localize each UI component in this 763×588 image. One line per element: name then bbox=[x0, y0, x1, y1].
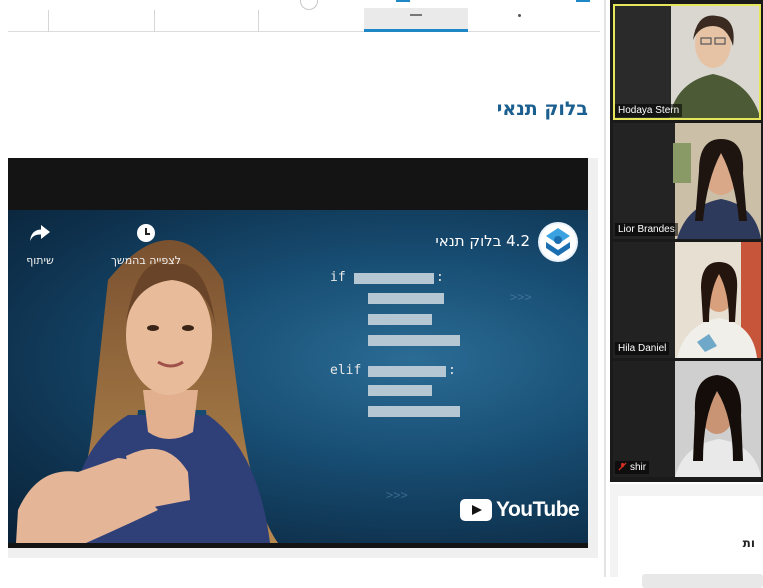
section-tabs bbox=[0, 0, 600, 32]
participant-video bbox=[613, 361, 761, 477]
tab-separator bbox=[48, 10, 49, 32]
tab-dot[interactable] bbox=[518, 14, 521, 17]
youtube-wordmark: YouTube bbox=[496, 498, 580, 521]
watch-later-label: לצפייה בהמשך bbox=[111, 254, 181, 267]
watch-later-button[interactable]: לצפייה בהמשך bbox=[96, 224, 196, 267]
participant-video bbox=[613, 4, 761, 120]
video-frame[interactable]: if : elif : >>> >>> שיתוף לצפייה בהמשך 4… bbox=[8, 210, 588, 543]
tabs-underline bbox=[8, 31, 600, 32]
participant-name: Hila Daniel bbox=[615, 342, 670, 355]
channel-logo-mark bbox=[540, 224, 576, 260]
code-placeholder-bar bbox=[354, 273, 434, 284]
mic-muted-icon bbox=[618, 462, 627, 471]
side-input-box[interactable] bbox=[642, 574, 763, 588]
tab-separator bbox=[154, 10, 155, 32]
clock-icon bbox=[137, 224, 155, 242]
video-title[interactable]: 4.2 בלוק תנאי bbox=[435, 232, 530, 250]
youtube-player[interactable]: if : elif : >>> >>> שיתוף לצפייה בהמשך 4… bbox=[8, 158, 588, 548]
tab-accent-mark bbox=[396, 0, 410, 2]
course-page: בלוק תנאי if : elif : >>> >>> שיתוף לצפי… bbox=[0, 0, 608, 577]
tab-icon[interactable] bbox=[300, 0, 318, 10]
side-card: ות bbox=[618, 496, 763, 588]
participant-video bbox=[613, 123, 761, 239]
decorative-chevrons: >>> bbox=[386, 488, 408, 502]
code-elif-keyword: elif bbox=[330, 363, 362, 378]
code-if-keyword: if bbox=[330, 270, 346, 285]
youtube-play-icon bbox=[460, 499, 492, 521]
side-panel: ות bbox=[610, 484, 763, 588]
participant-tile[interactable]: Lior Brandes bbox=[613, 123, 761, 239]
section-title: בלוק תנאי bbox=[496, 98, 588, 120]
tab-glyph-icon bbox=[410, 14, 422, 16]
zoom-gallery: Hodaya Stern Lior Brandes Hila Daniel sh… bbox=[610, 0, 763, 482]
participant-name: shir bbox=[630, 462, 647, 473]
code-placeholder-bar bbox=[368, 366, 446, 377]
code-placeholder-bar bbox=[368, 335, 460, 346]
participant-name: Lior Brandes bbox=[615, 223, 678, 236]
share-icon bbox=[30, 225, 50, 241]
tab-separator bbox=[258, 10, 259, 32]
share-button[interactable]: שיתוף bbox=[18, 224, 62, 267]
participant-tile[interactable]: shir bbox=[613, 361, 761, 477]
code-placeholder-bar bbox=[368, 406, 460, 417]
side-heading: ות bbox=[742, 536, 755, 550]
participant-name: Hodaya Stern bbox=[615, 104, 683, 117]
participant-video bbox=[613, 242, 761, 358]
tab-active[interactable] bbox=[364, 8, 468, 32]
participant-name-tag: shir bbox=[615, 461, 650, 474]
participant-tile[interactable]: Hila Daniel bbox=[613, 242, 761, 358]
code-placeholder-bar bbox=[368, 314, 432, 325]
code-colon: : bbox=[436, 270, 444, 285]
participant-tile[interactable]: Hodaya Stern bbox=[613, 4, 761, 120]
decorative-chevrons: >>> bbox=[510, 290, 532, 304]
code-placeholder-bar bbox=[368, 293, 444, 304]
channel-logo-icon[interactable] bbox=[538, 222, 578, 262]
tab-accent-mark bbox=[576, 0, 590, 2]
panel-divider bbox=[604, 0, 606, 577]
code-colon: : bbox=[448, 363, 456, 378]
code-placeholder-bar bbox=[368, 385, 432, 396]
share-label: שיתוף bbox=[26, 254, 54, 267]
